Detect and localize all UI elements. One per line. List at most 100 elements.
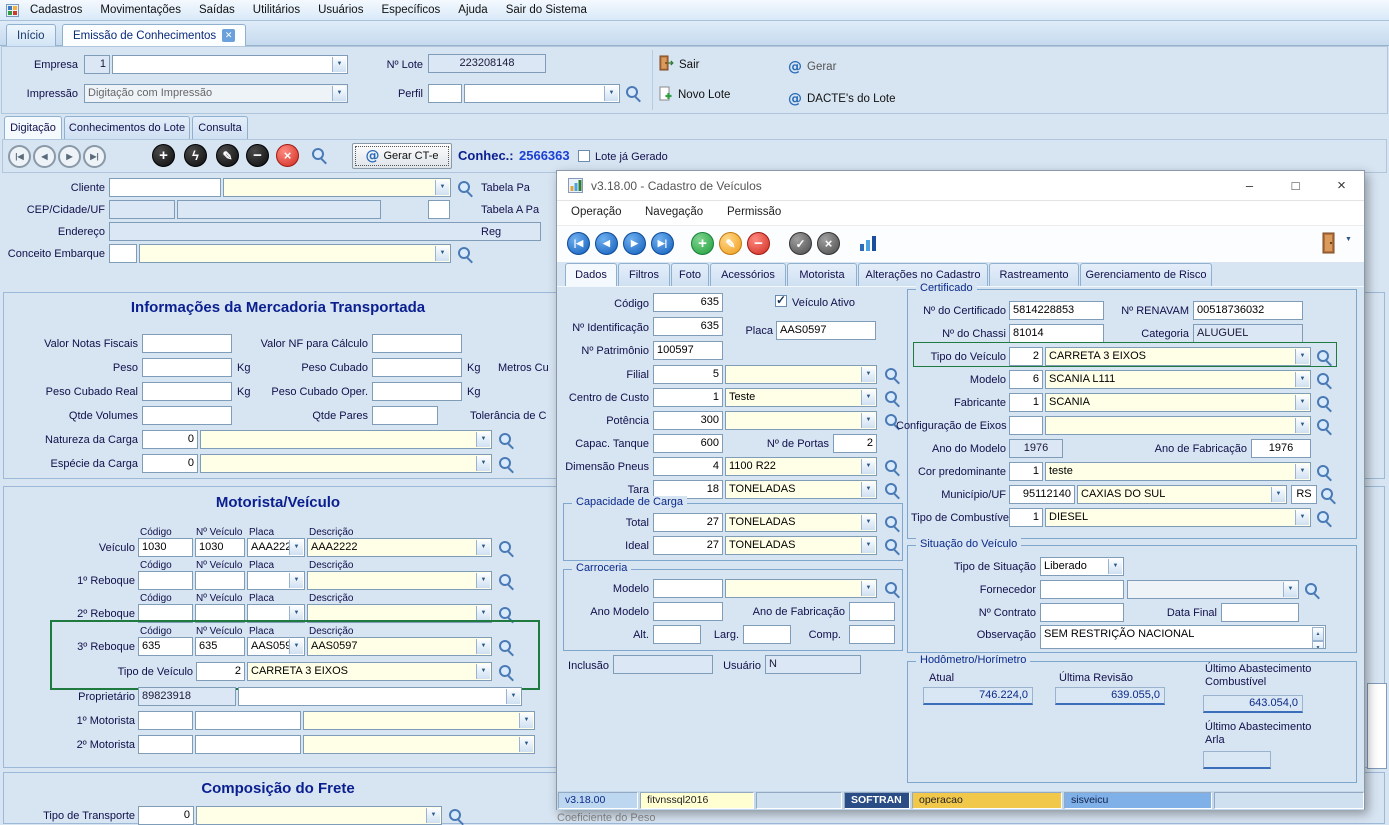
combustivel-combo[interactable]: DIESEL: [1045, 508, 1311, 527]
certificado-num-input[interactable]: 5814228853: [1009, 301, 1104, 320]
lote-gerado-checkbox[interactable]: [578, 150, 590, 162]
subtab-digitacao[interactable]: Digitação: [4, 116, 62, 139]
valor-notas-fiscais-input[interactable]: [142, 334, 232, 353]
perfil-search-icon[interactable]: [626, 86, 641, 101]
valor-nf-calculo-input[interactable]: [372, 334, 462, 353]
endereco-input[interactable]: [109, 222, 541, 241]
renavam-input[interactable]: 00518736032: [1193, 301, 1303, 320]
tara-combo[interactable]: TONELADAS: [725, 480, 877, 499]
next-record-button[interactable]: ▶: [623, 232, 646, 255]
dimensao-pneus-search-icon[interactable]: [885, 460, 900, 475]
delete-button[interactable]: −: [747, 232, 770, 255]
nav-next-button[interactable]: ▶: [58, 145, 81, 168]
reboque3-num-input[interactable]: 635: [195, 637, 245, 656]
nav-last-button[interactable]: ▶|: [83, 145, 106, 168]
conceito-combo[interactable]: [139, 244, 451, 263]
conceito-search-icon[interactable]: [458, 247, 473, 262]
dialog-tab-filtros[interactable]: Filtros: [618, 263, 670, 286]
capacidade-total-combo[interactable]: TONELADAS: [725, 513, 877, 532]
search-record-icon[interactable]: [312, 148, 327, 163]
menu-especificos[interactable]: Específicos: [372, 2, 449, 18]
num-portas-input[interactable]: 2: [833, 434, 877, 453]
menu-movimentacoes[interactable]: Movimentações: [91, 2, 190, 18]
cancel-button[interactable]: ×: [817, 232, 840, 255]
menu-operacao[interactable]: Operação: [571, 206, 622, 218]
maximize-button[interactable]: □: [1273, 171, 1318, 200]
peso-input[interactable]: [142, 358, 232, 377]
cert-modelo-combo[interactable]: SCANIA L111: [1045, 370, 1311, 389]
filial-code-input[interactable]: 5: [653, 365, 723, 384]
carroceria-modelo-search-icon[interactable]: [885, 582, 900, 597]
capacidade-ideal-combo[interactable]: TONELADAS: [725, 536, 877, 555]
peso-cubado-real-input[interactable]: [142, 382, 232, 401]
capacidade-ideal-code-input[interactable]: 27: [653, 536, 723, 555]
exit-door-button[interactable]: [1319, 231, 1341, 258]
peso-cubado-oper-input[interactable]: [372, 382, 462, 401]
municipio-code-input[interactable]: 95112140: [1009, 485, 1075, 504]
sair-button[interactable]: Sair: [658, 55, 699, 74]
cancel-record-button[interactable]: ×: [276, 144, 299, 167]
capacidade-ideal-search-icon[interactable]: [885, 539, 900, 554]
data-final-input[interactable]: [1221, 603, 1299, 622]
contrato-input[interactable]: [1040, 603, 1124, 622]
filial-search-icon[interactable]: [885, 368, 900, 383]
cliente-search-icon[interactable]: [458, 181, 473, 196]
veiculo-descricao-combo[interactable]: AAA2222: [307, 538, 492, 557]
motorista2-doc-input[interactable]: [195, 735, 301, 754]
capac-tanque-input[interactable]: 600: [653, 434, 723, 453]
gerar-cte-button[interactable]: @ Gerar CT-e: [352, 143, 452, 169]
add-record-button[interactable]: +: [152, 144, 175, 167]
dialog-tab-foto[interactable]: Foto: [671, 263, 709, 286]
dacte-do-lote-button[interactable]: @ DACTE's do Lote: [788, 91, 896, 107]
dialog-tab-motorista[interactable]: Motorista: [787, 263, 857, 286]
confirm-button[interactable]: ✓: [789, 232, 812, 255]
cert-tipo-veiculo-combo[interactable]: CARRETA 3 EIXOS: [1045, 347, 1311, 366]
config-eixos-search-icon[interactable]: [1317, 419, 1332, 434]
carroceria-alt-input[interactable]: [653, 625, 701, 644]
combustivel-search-icon[interactable]: [1317, 511, 1332, 526]
potencia-input[interactable]: 300: [653, 411, 723, 430]
novo-lote-button[interactable]: Novo Lote: [658, 86, 730, 104]
carroceria-modelo-code-input[interactable]: [653, 579, 723, 598]
config-eixos-combo[interactable]: [1045, 416, 1311, 435]
nav-first-button[interactable]: |◀: [8, 145, 31, 168]
tipo-transporte-code-input[interactable]: 0: [138, 806, 194, 825]
reboque1-search-icon[interactable]: [499, 574, 514, 589]
dialog-tab-dados[interactable]: Dados: [565, 263, 617, 286]
dialog-tab-rastreamento[interactable]: Rastreamento: [989, 263, 1079, 286]
centro-custo-code-input[interactable]: 1: [653, 388, 723, 407]
fornecedor-search-icon[interactable]: [1305, 583, 1320, 598]
minimize-button[interactable]: –: [1227, 171, 1272, 200]
tara-search-icon[interactable]: [885, 483, 900, 498]
fabricante-code-input[interactable]: 1: [1009, 393, 1043, 412]
placa-input[interactable]: AAS0597: [776, 321, 876, 340]
veiculo-ativo-checkbox[interactable]: [775, 295, 787, 307]
dimensao-pneus-combo[interactable]: 1100 R22: [725, 457, 877, 476]
dialog-tab-acessorios[interactable]: Acessórios: [710, 263, 786, 286]
peso-cubado-input[interactable]: [372, 358, 462, 377]
reboque3-search-icon[interactable]: [499, 640, 514, 655]
proprietario-code-input[interactable]: 89823918: [138, 687, 236, 706]
fabricante-search-icon[interactable]: [1317, 396, 1332, 411]
empresa-combo[interactable]: [112, 55, 348, 74]
perfil-code-input[interactable]: [428, 84, 462, 103]
reboque3-codigo-input[interactable]: 635: [138, 637, 193, 656]
menu-permissao[interactable]: Permissão: [727, 206, 781, 218]
remove-record-button[interactable]: −: [246, 144, 269, 167]
tipo-situacao-combo[interactable]: Liberado: [1040, 557, 1124, 576]
cor-search-icon[interactable]: [1317, 465, 1332, 480]
carroceria-modelo-combo[interactable]: [725, 579, 877, 598]
tipo-veiculo-code-input[interactable]: 2: [196, 662, 245, 681]
fornecedor-code-input[interactable]: [1040, 580, 1124, 599]
cor-code-input[interactable]: 1: [1009, 462, 1043, 481]
reboque1-descricao-combo[interactable]: [307, 571, 492, 590]
fabricante-combo[interactable]: SCANIA: [1045, 393, 1311, 412]
tab-inicio[interactable]: Início: [6, 24, 56, 46]
municipio-combo[interactable]: CAXIAS DO SUL: [1077, 485, 1287, 504]
tipo-veiculo-combo[interactable]: CARRETA 3 EIXOS: [247, 662, 492, 681]
menu-cadastros[interactable]: Cadastros: [21, 2, 91, 18]
cliente-codigo-input[interactable]: [109, 178, 221, 197]
codigo-input[interactable]: 635: [653, 293, 723, 312]
motorista2-codigo-input[interactable]: [138, 735, 193, 754]
especie-search-icon[interactable]: [499, 457, 514, 472]
